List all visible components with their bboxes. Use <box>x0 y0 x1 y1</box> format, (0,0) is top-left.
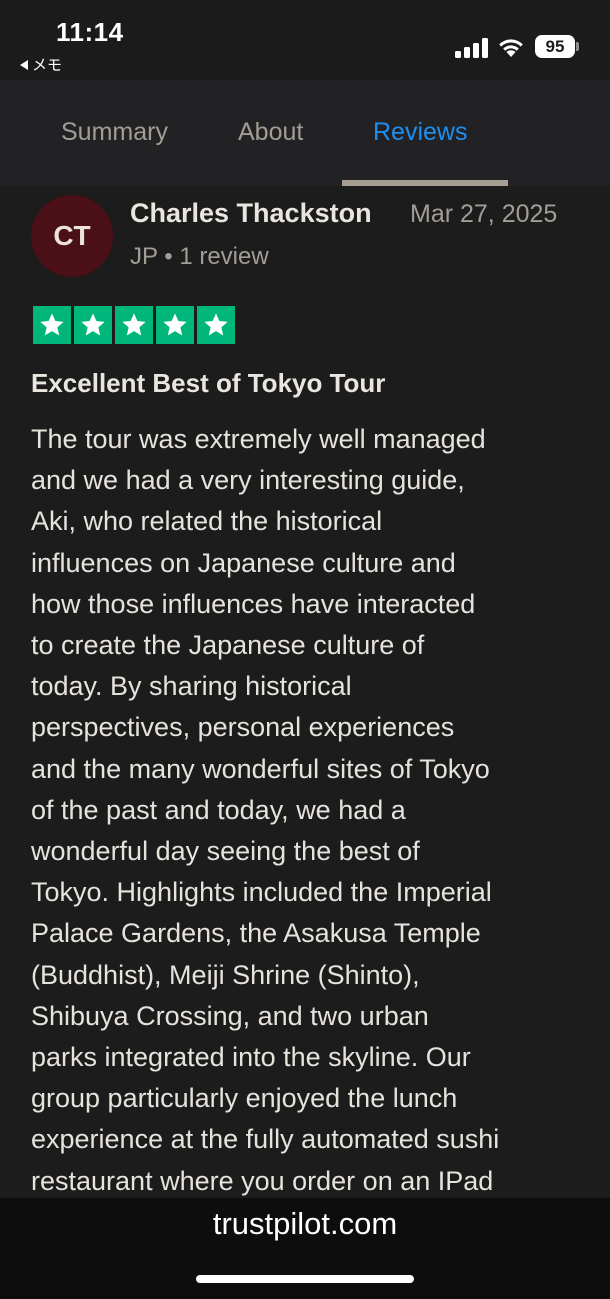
back-to-app-link[interactable]: メモ <box>20 54 62 75</box>
wifi-icon <box>499 39 523 57</box>
status-time: 11:14 <box>56 17 124 47</box>
review-date: Mar 27, 2025 <box>410 200 558 228</box>
review-body: The tour was extremely well managed and … <box>31 424 500 1196</box>
star-rating <box>33 306 235 344</box>
status-bar: 11:14 メモ 95 <box>0 0 610 80</box>
reviewer-name[interactable]: Charles Thackston <box>130 198 372 229</box>
star-icon <box>115 306 153 344</box>
back-arrow-icon <box>20 59 28 70</box>
battery-icon: 95 <box>535 35 575 58</box>
browser-bottom-bar: trustpilot.com <box>0 1198 610 1299</box>
cellular-signal-icon <box>455 38 489 58</box>
star-icon <box>156 306 194 344</box>
address-bar[interactable]: trustpilot.com <box>0 1206 610 1242</box>
avatar[interactable]: CT <box>31 195 113 277</box>
tab-bar: Summary About Reviews <box>0 80 610 186</box>
tab-summary[interactable]: Summary <box>61 118 168 147</box>
battery-tip <box>576 42 579 51</box>
star-icon <box>74 306 112 344</box>
review-title: Excellent Best of Tokyo Tour <box>31 368 386 398</box>
reviewer-meta: JP • 1 review <box>130 243 269 270</box>
back-app-label: メモ <box>32 57 63 74</box>
star-icon <box>33 306 71 344</box>
star-icon <box>197 306 235 344</box>
review-card: CT Charles Thackston Mar 27, 2025 JP • 1… <box>0 186 610 1198</box>
home-indicator[interactable] <box>196 1275 414 1283</box>
tab-about[interactable]: About <box>238 118 303 147</box>
tab-reviews[interactable]: Reviews <box>373 118 467 147</box>
